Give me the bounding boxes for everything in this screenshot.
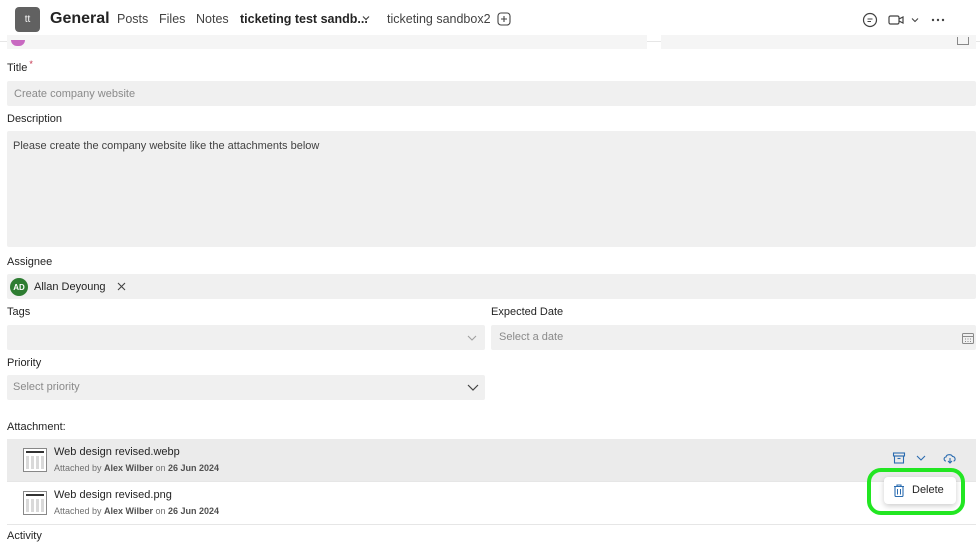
chevron-down-icon[interactable]: [466, 380, 480, 394]
description-label: Description: [7, 113, 63, 125]
expected-date-label: Expected Date: [491, 306, 564, 318]
previous-field[interactable]: [7, 35, 647, 49]
row-divider: [7, 524, 976, 525]
file-thumbnail: [23, 448, 47, 472]
tags-dropdown[interactable]: [7, 325, 485, 350]
archive-icon[interactable]: [892, 451, 906, 465]
file-thumbnail: [23, 491, 47, 515]
attachment-row[interactable]: Web design revised.webp Attached by Alex…: [7, 439, 976, 481]
assignee-picker[interactable]: [7, 274, 976, 299]
title-placeholder: Create company website: [14, 88, 136, 100]
previous-date-field[interactable]: [661, 35, 976, 49]
avatar: AD: [10, 278, 28, 296]
chevron-down-icon[interactable]: [909, 11, 921, 29]
assignee-name: Allan Deyoung: [34, 281, 106, 293]
channel-name: General: [50, 10, 110, 27]
assignee-label: Assignee: [7, 256, 53, 268]
chevron-down-icon[interactable]: [361, 13, 371, 23]
team-avatar[interactable]: tt: [15, 7, 40, 32]
tab-ticketing-sandbox2[interactable]: ticketing sandbox2: [387, 12, 491, 26]
cloud-download-icon[interactable]: [942, 451, 958, 465]
chevron-down-icon[interactable]: [914, 451, 928, 465]
attachment-meta: Attached by Alex Wilber on 26 Jun 2024: [54, 506, 220, 516]
add-tab-icon[interactable]: [497, 12, 511, 26]
expected-date-input[interactable]: [491, 325, 976, 350]
attachment-meta: Attached by Alex Wilber on 26 Jun 2024: [54, 463, 220, 473]
tags-label: Tags: [7, 306, 31, 318]
title-label: Title *: [7, 59, 33, 74]
attachment-name[interactable]: Web design revised.png: [54, 489, 172, 501]
tab-notes[interactable]: Notes: [196, 12, 229, 26]
highlight-annotation: [867, 468, 965, 515]
priority-placeholder: Select priority: [13, 381, 80, 393]
calendar-icon: [957, 37, 969, 45]
title-input[interactable]: [7, 81, 976, 106]
calendar-icon[interactable]: [961, 331, 975, 345]
video-call-icon[interactable]: [888, 11, 904, 29]
chat-icon[interactable]: [861, 11, 879, 29]
tab-ticketing-test-sandbox[interactable]: ticketing test sandb...: [240, 12, 368, 26]
activity-label: Activity: [7, 530, 42, 542]
expected-date-placeholder: Select a date: [499, 331, 564, 343]
tab-files[interactable]: Files: [159, 12, 185, 26]
tab-posts[interactable]: Posts: [117, 12, 148, 26]
remove-assignee-icon[interactable]: [116, 281, 127, 292]
attachment-row[interactable]: Web design revised.png Attached by Alex …: [7, 482, 976, 524]
more-options-icon[interactable]: [929, 11, 947, 29]
priority-label: Priority: [7, 357, 42, 369]
chevron-down-icon[interactable]: [465, 331, 479, 345]
description-value: Please create the company website like t…: [13, 140, 320, 152]
attachment-name[interactable]: Web design revised.webp: [54, 446, 180, 458]
required-indicator: *: [29, 59, 33, 69]
attachment-label: Attachment:: [7, 421, 66, 433]
